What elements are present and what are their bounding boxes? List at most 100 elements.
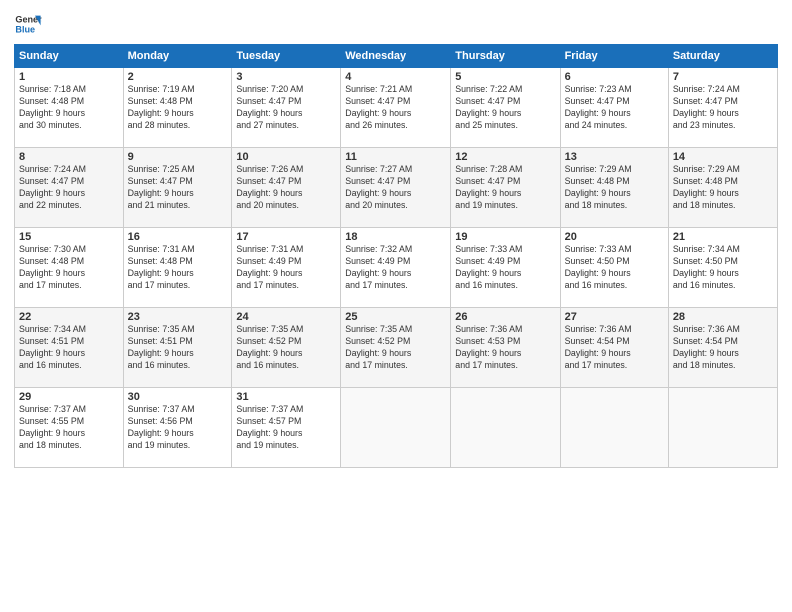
day-number: 28 <box>673 311 773 323</box>
calendar-cell: 14Sunrise: 7:29 AMSunset: 4:48 PMDayligh… <box>668 148 777 228</box>
calendar-cell: 25Sunrise: 7:35 AMSunset: 4:52 PMDayligh… <box>341 308 451 388</box>
day-info: Sunrise: 7:19 AMSunset: 4:48 PMDaylight:… <box>128 84 228 132</box>
calendar-cell: 27Sunrise: 7:36 AMSunset: 4:54 PMDayligh… <box>560 308 668 388</box>
day-info: Sunrise: 7:33 AMSunset: 4:49 PMDaylight:… <box>455 244 555 292</box>
day-number: 24 <box>236 311 336 323</box>
calendar-cell: 4Sunrise: 7:21 AMSunset: 4:47 PMDaylight… <box>341 68 451 148</box>
day-info: Sunrise: 7:34 AMSunset: 4:51 PMDaylight:… <box>19 324 119 372</box>
column-header-saturday: Saturday <box>668 45 777 68</box>
calendar-cell: 11Sunrise: 7:27 AMSunset: 4:47 PMDayligh… <box>341 148 451 228</box>
calendar-cell: 15Sunrise: 7:30 AMSunset: 4:48 PMDayligh… <box>15 228 124 308</box>
calendar-cell: 2Sunrise: 7:19 AMSunset: 4:48 PMDaylight… <box>123 68 232 148</box>
day-number: 13 <box>565 151 664 163</box>
day-number: 19 <box>455 231 555 243</box>
calendar-week-2: 8Sunrise: 7:24 AMSunset: 4:47 PMDaylight… <box>15 148 778 228</box>
day-info: Sunrise: 7:37 AMSunset: 4:57 PMDaylight:… <box>236 404 336 452</box>
day-number: 29 <box>19 391 119 403</box>
day-info: Sunrise: 7:34 AMSunset: 4:50 PMDaylight:… <box>673 244 773 292</box>
day-info: Sunrise: 7:30 AMSunset: 4:48 PMDaylight:… <box>19 244 119 292</box>
day-number: 26 <box>455 311 555 323</box>
day-info: Sunrise: 7:20 AMSunset: 4:47 PMDaylight:… <box>236 84 336 132</box>
calendar-cell <box>341 388 451 468</box>
calendar-cell: 26Sunrise: 7:36 AMSunset: 4:53 PMDayligh… <box>451 308 560 388</box>
day-number: 31 <box>236 391 336 403</box>
calendar-cell: 3Sunrise: 7:20 AMSunset: 4:47 PMDaylight… <box>232 68 341 148</box>
day-info: Sunrise: 7:21 AMSunset: 4:47 PMDaylight:… <box>345 84 446 132</box>
day-info: Sunrise: 7:32 AMSunset: 4:49 PMDaylight:… <box>345 244 446 292</box>
day-info: Sunrise: 7:27 AMSunset: 4:47 PMDaylight:… <box>345 164 446 212</box>
day-info: Sunrise: 7:29 AMSunset: 4:48 PMDaylight:… <box>673 164 773 212</box>
day-info: Sunrise: 7:31 AMSunset: 4:48 PMDaylight:… <box>128 244 228 292</box>
day-info: Sunrise: 7:29 AMSunset: 4:48 PMDaylight:… <box>565 164 664 212</box>
day-number: 2 <box>128 71 228 83</box>
day-number: 27 <box>565 311 664 323</box>
day-number: 5 <box>455 71 555 83</box>
column-header-wednesday: Wednesday <box>341 45 451 68</box>
day-info: Sunrise: 7:23 AMSunset: 4:47 PMDaylight:… <box>565 84 664 132</box>
calendar-week-4: 22Sunrise: 7:34 AMSunset: 4:51 PMDayligh… <box>15 308 778 388</box>
day-info: Sunrise: 7:28 AMSunset: 4:47 PMDaylight:… <box>455 164 555 212</box>
day-info: Sunrise: 7:24 AMSunset: 4:47 PMDaylight:… <box>19 164 119 212</box>
calendar-cell: 7Sunrise: 7:24 AMSunset: 4:47 PMDaylight… <box>668 68 777 148</box>
calendar-cell: 16Sunrise: 7:31 AMSunset: 4:48 PMDayligh… <box>123 228 232 308</box>
day-number: 8 <box>19 151 119 163</box>
day-number: 21 <box>673 231 773 243</box>
day-info: Sunrise: 7:37 AMSunset: 4:56 PMDaylight:… <box>128 404 228 452</box>
day-info: Sunrise: 7:37 AMSunset: 4:55 PMDaylight:… <box>19 404 119 452</box>
page-container: General Blue SundayMondayTuesdayWednesda… <box>0 0 792 476</box>
calendar-cell: 13Sunrise: 7:29 AMSunset: 4:48 PMDayligh… <box>560 148 668 228</box>
calendar-cell <box>560 388 668 468</box>
calendar-cell: 21Sunrise: 7:34 AMSunset: 4:50 PMDayligh… <box>668 228 777 308</box>
day-number: 15 <box>19 231 119 243</box>
day-number: 23 <box>128 311 228 323</box>
logo: General Blue <box>14 10 42 38</box>
calendar-cell: 1Sunrise: 7:18 AMSunset: 4:48 PMDaylight… <box>15 68 124 148</box>
day-info: Sunrise: 7:24 AMSunset: 4:47 PMDaylight:… <box>673 84 773 132</box>
calendar-cell: 31Sunrise: 7:37 AMSunset: 4:57 PMDayligh… <box>232 388 341 468</box>
day-info: Sunrise: 7:22 AMSunset: 4:47 PMDaylight:… <box>455 84 555 132</box>
calendar-cell <box>451 388 560 468</box>
calendar-cell: 12Sunrise: 7:28 AMSunset: 4:47 PMDayligh… <box>451 148 560 228</box>
day-number: 30 <box>128 391 228 403</box>
day-info: Sunrise: 7:36 AMSunset: 4:53 PMDaylight:… <box>455 324 555 372</box>
calendar-cell: 29Sunrise: 7:37 AMSunset: 4:55 PMDayligh… <box>15 388 124 468</box>
calendar-cell: 22Sunrise: 7:34 AMSunset: 4:51 PMDayligh… <box>15 308 124 388</box>
calendar-cell: 30Sunrise: 7:37 AMSunset: 4:56 PMDayligh… <box>123 388 232 468</box>
calendar-cell: 28Sunrise: 7:36 AMSunset: 4:54 PMDayligh… <box>668 308 777 388</box>
calendar-cell: 9Sunrise: 7:25 AMSunset: 4:47 PMDaylight… <box>123 148 232 228</box>
day-number: 22 <box>19 311 119 323</box>
day-number: 10 <box>236 151 336 163</box>
day-number: 11 <box>345 151 446 163</box>
day-number: 6 <box>565 71 664 83</box>
calendar-cell: 20Sunrise: 7:33 AMSunset: 4:50 PMDayligh… <box>560 228 668 308</box>
day-number: 20 <box>565 231 664 243</box>
column-header-tuesday: Tuesday <box>232 45 341 68</box>
day-number: 3 <box>236 71 336 83</box>
calendar-week-3: 15Sunrise: 7:30 AMSunset: 4:48 PMDayligh… <box>15 228 778 308</box>
day-info: Sunrise: 7:25 AMSunset: 4:47 PMDaylight:… <box>128 164 228 212</box>
day-number: 14 <box>673 151 773 163</box>
day-number: 17 <box>236 231 336 243</box>
day-info: Sunrise: 7:31 AMSunset: 4:49 PMDaylight:… <box>236 244 336 292</box>
calendar-cell: 17Sunrise: 7:31 AMSunset: 4:49 PMDayligh… <box>232 228 341 308</box>
day-info: Sunrise: 7:36 AMSunset: 4:54 PMDaylight:… <box>565 324 664 372</box>
day-number: 1 <box>19 71 119 83</box>
day-info: Sunrise: 7:33 AMSunset: 4:50 PMDaylight:… <box>565 244 664 292</box>
calendar-cell: 18Sunrise: 7:32 AMSunset: 4:49 PMDayligh… <box>341 228 451 308</box>
day-number: 25 <box>345 311 446 323</box>
calendar-cell: 5Sunrise: 7:22 AMSunset: 4:47 PMDaylight… <box>451 68 560 148</box>
calendar-table: SundayMondayTuesdayWednesdayThursdayFrid… <box>14 44 778 468</box>
calendar-week-1: 1Sunrise: 7:18 AMSunset: 4:48 PMDaylight… <box>15 68 778 148</box>
calendar-header-row: SundayMondayTuesdayWednesdayThursdayFrid… <box>15 45 778 68</box>
calendar-cell: 6Sunrise: 7:23 AMSunset: 4:47 PMDaylight… <box>560 68 668 148</box>
day-info: Sunrise: 7:18 AMSunset: 4:48 PMDaylight:… <box>19 84 119 132</box>
column-header-thursday: Thursday <box>451 45 560 68</box>
calendar-cell <box>668 388 777 468</box>
day-number: 16 <box>128 231 228 243</box>
calendar-week-5: 29Sunrise: 7:37 AMSunset: 4:55 PMDayligh… <box>15 388 778 468</box>
day-info: Sunrise: 7:35 AMSunset: 4:51 PMDaylight:… <box>128 324 228 372</box>
day-number: 12 <box>455 151 555 163</box>
page-header: General Blue <box>14 10 778 38</box>
column-header-sunday: Sunday <box>15 45 124 68</box>
calendar-cell: 10Sunrise: 7:26 AMSunset: 4:47 PMDayligh… <box>232 148 341 228</box>
